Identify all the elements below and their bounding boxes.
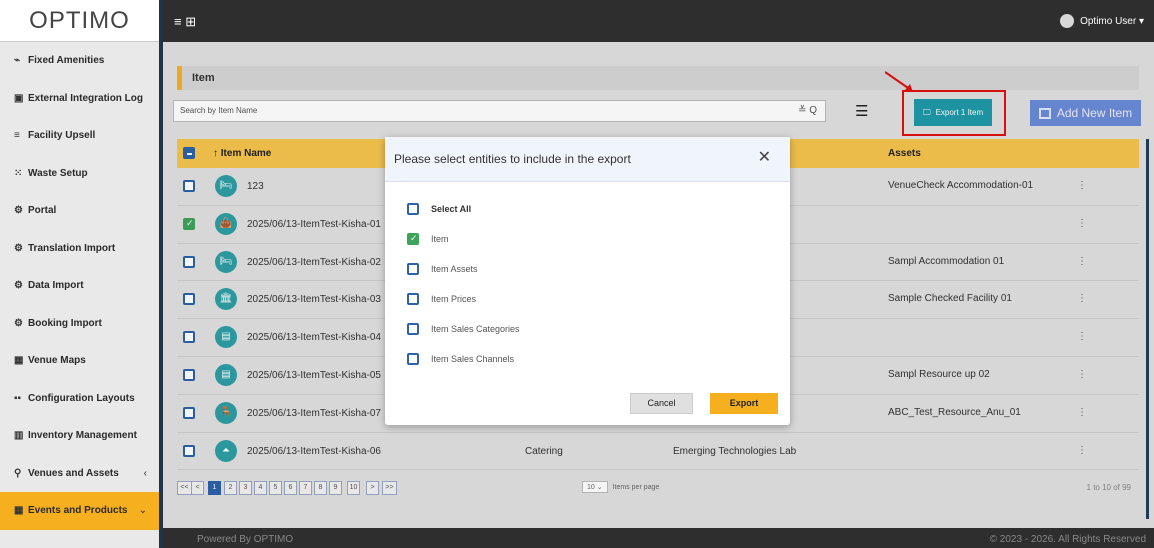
option-label: Item Sales Channels [431, 354, 515, 364]
export-option-item-prices[interactable]: Item Prices [407, 291, 476, 307]
sidebar-item-facility-upsell[interactable]: ≡ Facility Upsell [0, 117, 159, 155]
sidebar-item-label: Waste Setup [28, 167, 88, 179]
sidebar-item-label: Facility Upsell [28, 130, 96, 142]
sidebar-item-data-import[interactable]: ⚙ Data Import [0, 267, 159, 305]
list-icon: ≡ [14, 130, 20, 142]
chevron-icon: ⌄ [138, 505, 147, 517]
sidebar-item-translation-import[interactable]: ⚙ Translation Import [0, 230, 159, 268]
rss-icon: ⌁ [14, 55, 21, 67]
sidebar-item-external-integration-log[interactable]: ▣ External Integration Log [0, 80, 159, 118]
dialog-title: Please select entities to include in the… [394, 152, 631, 166]
sidebar-item-fixed-amenities[interactable]: ⌁ Fixed Amenities [0, 42, 159, 80]
calendar-icon: ▦ [14, 505, 24, 517]
sidebar-item-label: Data Import [28, 280, 84, 292]
sidebar-item-venue-maps[interactable]: ▦ Venue Maps [0, 342, 159, 380]
menu-toggle-icon[interactable]: ≡ ⊞ [174, 14, 196, 30]
sidebar-item-label: Venue Maps [28, 355, 86, 367]
avatar [1060, 14, 1075, 28]
option-checkbox[interactable] [407, 293, 419, 305]
sidebar-item-portal[interactable]: ⚙ Portal [0, 192, 159, 230]
export-option-item-sales-categories[interactable]: Item Sales Categories [407, 321, 520, 337]
sidebar-item-label: Venues and Assets [28, 467, 119, 479]
sidebar-item-configuration-layouts[interactable]: ▪▪ Configuration Layouts [0, 380, 159, 418]
sidebar-item-label: Booking Import [28, 317, 102, 329]
powered-by: Powered By OPTIMO [197, 534, 294, 545]
confirm-export-button[interactable]: Export [710, 393, 778, 414]
sidebar-item-label: Events and Products [28, 505, 128, 517]
sidebar-item-label: Fixed Amenities [28, 55, 105, 67]
chevron-icon: ‹ [143, 467, 147, 479]
option-label: Item Sales Categories [431, 324, 520, 334]
marker-icon: ⚲ [14, 467, 22, 479]
footer: Powered By OPTIMO © 2023 - 2026. All Rig… [163, 528, 1154, 548]
export-option-select-all[interactable]: Select All [407, 201, 471, 217]
file-icon: ▣ [14, 92, 24, 104]
map-icon: ▦ [14, 355, 24, 367]
sidebar-item-label: External Integration Log [28, 92, 144, 104]
sidebar-item-waste-setup[interactable]: ⁙ Waste Setup [0, 155, 159, 193]
user-menu[interactable]: Optimo User ▾ [1060, 14, 1144, 28]
sidebar-item-label: Portal [28, 205, 57, 217]
option-label: Select All [431, 204, 472, 214]
optimo-logo[interactable]: OPTIMO [0, 0, 159, 42]
close-icon[interactable]: ✕ [758, 147, 771, 167]
th-icon: ▪▪ [14, 392, 22, 404]
sidebar-item-venues-and-assets[interactable]: ⚲ Venues and Assets ‹ [0, 455, 159, 493]
export-dialog: Please select entities to include in the… [385, 137, 790, 425]
logo-text: OPTIMO [29, 6, 130, 34]
option-checkbox[interactable] [407, 203, 419, 215]
option-checkbox[interactable] [407, 263, 419, 275]
option-label: Item Assets [431, 264, 478, 274]
sidebar-item-booking-import[interactable]: ⚙ Booking Import [0, 305, 159, 343]
option-checkbox[interactable] [407, 353, 419, 365]
top-bar: ≡ ⊞ Optimo User ▾ [163, 0, 1154, 42]
export-option-item[interactable]: Item [407, 231, 449, 247]
export-option-item-assets[interactable]: Item Assets [407, 261, 478, 277]
sidebar-item-inventory-management[interactable]: ▥ Inventory Management [0, 417, 159, 455]
cancel-button[interactable]: Cancel [630, 393, 693, 414]
option-checkbox[interactable] [407, 323, 419, 335]
cogs-icon: ⚙ [14, 205, 23, 217]
cogs-icon: ⚙ [14, 317, 23, 329]
cogs-icon: ⚙ [14, 280, 23, 292]
sidebar-item-label: Inventory Management [28, 430, 137, 442]
cogs-icon: ⚙ [14, 242, 23, 254]
sidebar: OPTIMO ⌁ Fixed Amenities ▣ External Integra… [0, 0, 163, 548]
sidebar-item-events-and-products[interactable]: ▦ Events and Products ⌄ [0, 492, 159, 530]
export-option-item-sales-channels[interactable]: Item Sales Channels [407, 351, 514, 367]
sidebar-item-label: Translation Import [28, 242, 116, 254]
sidebar-item-label: Configuration Layouts [28, 392, 135, 404]
user-name: Optimo User ▾ [1080, 15, 1144, 27]
option-checkbox[interactable] [407, 233, 419, 245]
option-label: Item [431, 234, 449, 244]
copyright: © 2023 - 2026. All Rights Reserved [989, 534, 1146, 545]
building-icon: ▥ [14, 430, 24, 442]
grid-icon: ⁙ [14, 167, 23, 179]
option-label: Item Prices [431, 294, 477, 304]
dialog-header: Please select entities to include in the… [385, 137, 790, 182]
